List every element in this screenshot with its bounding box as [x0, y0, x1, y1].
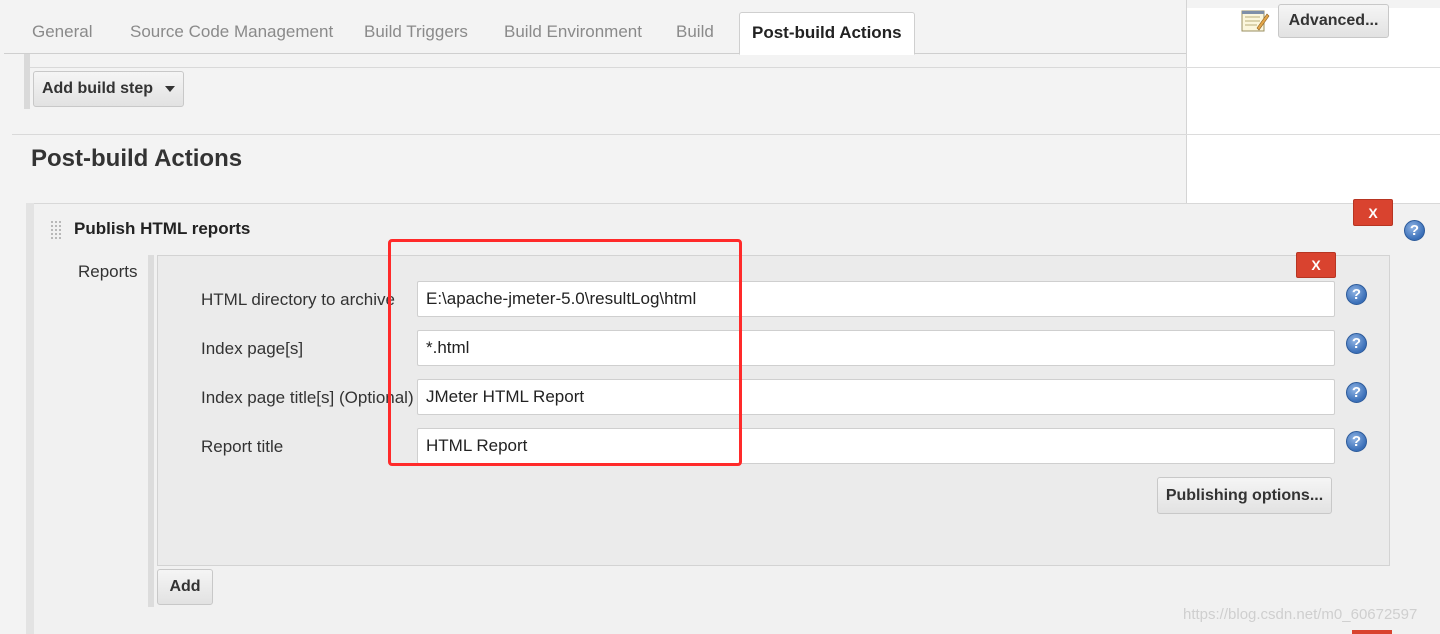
add-report-button[interactable]: Add — [157, 569, 213, 605]
index-page-titles-help-icon[interactable]: ? — [1346, 382, 1367, 403]
drag-handle-icon[interactable] — [50, 220, 64, 240]
index-pages-label: Index page[s] — [201, 339, 304, 358]
reports-label: Reports — [78, 262, 138, 281]
config-tabbar: General Source Code Management Build Tri… — [4, 8, 1186, 55]
section-separator — [12, 134, 1186, 135]
tab-general[interactable]: General — [32, 22, 92, 42]
html-directory-label: HTML directory to archive — [201, 290, 395, 309]
partial-delete-button — [1352, 630, 1392, 634]
html-directory-help-icon[interactable]: ? — [1346, 284, 1367, 305]
tab-post-build-actions[interactable]: Post-build Actions — [739, 12, 915, 55]
report-title-input[interactable]: HTML Report — [417, 428, 1335, 464]
publisher-left-bar — [26, 203, 34, 634]
tab-build[interactable]: Build — [676, 22, 714, 42]
index-pages-help-icon[interactable]: ? — [1346, 333, 1367, 354]
build-step-bar — [24, 54, 30, 109]
section-title: Post-build Actions — [31, 145, 243, 172]
top-strip — [0, 0, 1440, 8]
delete-report-button[interactable]: X — [1296, 252, 1336, 278]
reports-left-bar — [148, 255, 154, 607]
add-build-step-label: Add build step — [41, 80, 154, 97]
caret-down-icon — [165, 86, 176, 92]
watermark: https://blog.csdn.net/m0_60672597 — [1183, 606, 1418, 623]
index-page-titles-label: Index page title[s] (Optional) — [201, 388, 414, 407]
right-divider-1 — [1186, 67, 1440, 68]
publishing-options-button[interactable]: Publishing options... — [1157, 477, 1332, 514]
add-build-step-button[interactable]: Add build step — [33, 71, 184, 107]
report-title-help-icon[interactable]: ? — [1346, 431, 1367, 452]
advanced-button[interactable]: Advanced... — [1278, 4, 1389, 38]
index-page-titles-input[interactable]: JMeter HTML Report — [417, 379, 1335, 415]
delete-publisher-button[interactable]: X — [1353, 199, 1393, 226]
build-step-divider — [30, 67, 1186, 68]
right-divider-2 — [1186, 134, 1440, 135]
tab-build-environment[interactable]: Build Environment — [504, 22, 642, 42]
jenkins-config-page: General Source Code Management Build Tri… — [0, 0, 1440, 634]
tab-build-triggers[interactable]: Build Triggers — [364, 22, 468, 42]
publisher-title: Publish HTML reports — [74, 219, 251, 238]
index-pages-input[interactable]: *.html — [417, 330, 1335, 366]
report-title-label: Report title — [201, 437, 284, 456]
notepad-icon — [1240, 8, 1270, 34]
html-directory-input[interactable]: E:\apache-jmeter-5.0\resultLog\html — [417, 281, 1335, 317]
tab-source-code-management[interactable]: Source Code Management — [130, 22, 333, 42]
publisher-help-icon[interactable]: ? — [1404, 220, 1425, 241]
